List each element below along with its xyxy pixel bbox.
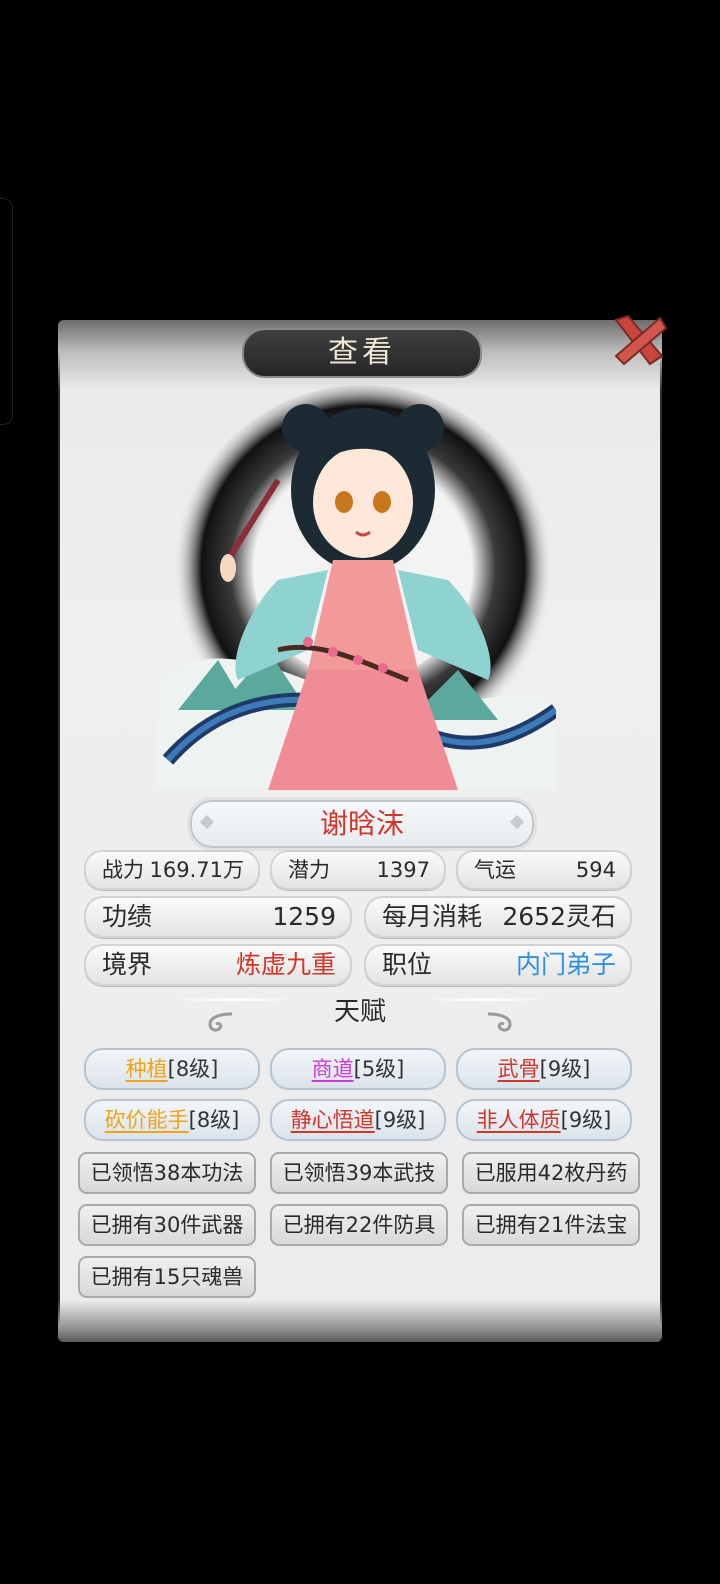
talent-item[interactable]: 商道[5级] (270, 1048, 446, 1090)
stat-position-value: 内门弟子 (515, 950, 616, 979)
stat-position-label: 职位 (382, 950, 433, 979)
stat-potential: 潜力 1397 (270, 850, 446, 890)
talent-title: 天赋 (333, 997, 386, 1027)
character-portrait (158, 385, 556, 790)
talent-item[interactable]: 非人体质[9级] (456, 1099, 632, 1141)
stat-luck-label: 气运 (474, 858, 516, 882)
stat-merit-value: 1259 (272, 902, 336, 931)
cloud-scroll-icon-right (487, 1012, 512, 1032)
achievement-badge[interactable]: 已拥有22件防具 (270, 1204, 448, 1246)
talent-item[interactable]: 种植[8级] (84, 1048, 260, 1090)
stat-realm-value: 炼虚九重 (235, 950, 336, 979)
talent-level: [9级] (374, 1108, 426, 1132)
character-name-plate: 谢晗沫 (190, 800, 534, 848)
achievement-badge[interactable]: 已拥有21件法宝 (462, 1204, 640, 1246)
character-name: 谢晗沫 (319, 807, 404, 840)
talent-level: [9级] (539, 1057, 591, 1081)
stat-position: 职位 内门弟子 (364, 944, 632, 986)
achievement-badge[interactable]: 已领悟39本武技 (270, 1152, 448, 1194)
stat-cost-label: 每月消耗 (382, 902, 483, 931)
talent-name: 砍价能手 (104, 1108, 189, 1132)
stat-merit-label: 功绩 (102, 902, 153, 931)
talent-level: [8级] (188, 1108, 240, 1132)
stat-realm-label: 境界 (102, 950, 153, 979)
talent-level: [9级] (560, 1108, 612, 1132)
stat-potential-value: 1397 (376, 858, 430, 882)
stat-potential-label: 潜力 (288, 858, 330, 882)
dialog-bottom-ink (58, 1300, 662, 1342)
achievement-badge[interactable]: 已拥有30件武器 (78, 1204, 256, 1246)
stat-combat-label: 战力 (102, 858, 144, 882)
stat-realm: 境界 炼虚九重 (84, 944, 352, 986)
achievement-badge[interactable]: 已领悟38本功法 (78, 1152, 256, 1194)
header-divider-left (170, 998, 300, 1001)
side-edge (0, 198, 13, 425)
stat-combat-value: 169.71万 (149, 858, 244, 882)
header-divider-right (420, 998, 550, 1001)
talent-level: [8级] (167, 1057, 219, 1081)
stat-luck-value: 594 (575, 858, 616, 882)
talent-name: 种植 (125, 1057, 168, 1081)
talent-item[interactable]: 静心悟道[9级] (270, 1099, 446, 1141)
achievement-badge[interactable]: 已拥有15只魂兽 (78, 1256, 256, 1298)
stat-merit: 功绩 1259 (84, 896, 352, 938)
stat-combat: 战力 169.71万 (84, 850, 260, 890)
talent-name: 静心悟道 (290, 1108, 375, 1132)
achievement-badge[interactable]: 已服用42枚丹药 (462, 1152, 640, 1194)
talent-item[interactable]: 武骨[9级] (456, 1048, 632, 1090)
talent-item[interactable]: 砍价能手[8级] (84, 1099, 260, 1141)
stat-luck: 气运 594 (456, 850, 632, 890)
close-x-icon[interactable] (610, 312, 668, 368)
stat-monthly-cost: 每月消耗 2652灵石 (364, 896, 632, 938)
stat-cost-value: 2652灵石 (502, 902, 616, 931)
cloud-scroll-icon-left (208, 1012, 233, 1032)
talent-section-header: 天赋 (170, 992, 550, 1040)
talent-level: [5级] (353, 1057, 405, 1081)
dialog-title: 查看 (242, 328, 482, 378)
talent-name: 非人体质 (476, 1108, 561, 1132)
talent-name: 商道 (311, 1057, 354, 1081)
talent-name: 武骨 (497, 1057, 540, 1081)
